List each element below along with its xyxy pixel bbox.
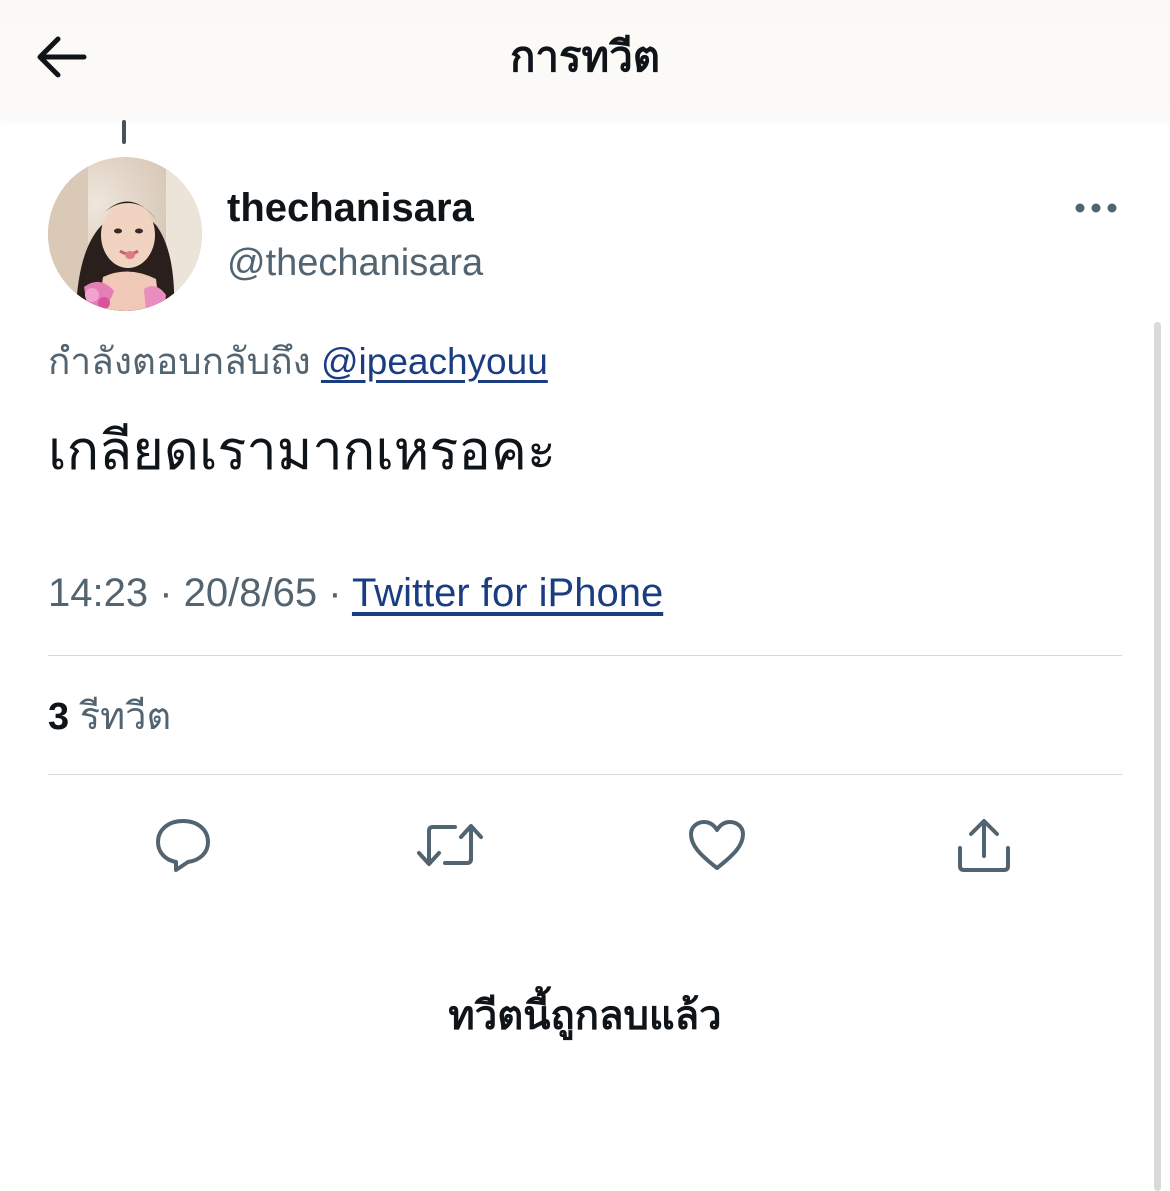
top-navigation-bar: การทวีต	[0, 0, 1170, 120]
tweet-action-bar	[0, 800, 1170, 890]
more-options-button[interactable]	[1068, 188, 1124, 228]
deleted-tweet-notice: ทวีตนี้ถูกลบแล้ว	[448, 994, 722, 1038]
reply-icon	[156, 819, 210, 872]
divider	[48, 774, 1122, 775]
retweet-icon	[417, 824, 483, 866]
tweet-body-text: เกลียดเรามากเหรอคะ	[48, 421, 556, 481]
retweet-label: รีทวีต	[79, 696, 172, 738]
divider	[48, 655, 1122, 656]
share-button[interactable]	[947, 808, 1021, 882]
retweet-count: 3	[48, 696, 70, 738]
tweet-date: 20/8/65	[183, 571, 318, 615]
tweet-source-link[interactable]: Twitter for iPhone	[352, 571, 663, 615]
share-icon	[958, 819, 1010, 872]
tweet-metadata: 14:23 · 20/8/65 · Twitter for iPhone	[48, 568, 663, 618]
retweet-stats[interactable]: 3 รีทวีต	[48, 693, 171, 741]
tweet-time: 14:23	[48, 571, 149, 615]
replying-to-mention-link[interactable]: @ipeachyouu	[321, 341, 548, 382]
retweet-button[interactable]	[413, 808, 487, 882]
replying-to-label: กำลังตอบกลับถึง	[48, 341, 311, 382]
page-title: การทวีต	[509, 33, 661, 80]
replying-to-line: กำลังตอบกลับถึง @ipeachyouu	[48, 338, 548, 386]
meta-separator: ·	[317, 571, 352, 615]
heart-icon	[689, 820, 745, 870]
meta-separator: ·	[148, 571, 184, 615]
avatar[interactable]	[48, 157, 202, 311]
like-button[interactable]	[680, 808, 754, 882]
tweet-detail-page: การทวีต thechanisara @thechanisara กำลัง…	[0, 0, 1170, 1191]
avatar-photo	[48, 157, 202, 311]
author-handle[interactable]: @thechanisara	[227, 240, 483, 286]
thread-connector-line	[122, 120, 126, 144]
scrollbar[interactable]	[1154, 322, 1161, 1191]
author-display-name[interactable]: thechanisara	[227, 184, 474, 232]
reply-button[interactable]	[146, 808, 220, 882]
more-horizontal-icon	[1075, 203, 1117, 213]
